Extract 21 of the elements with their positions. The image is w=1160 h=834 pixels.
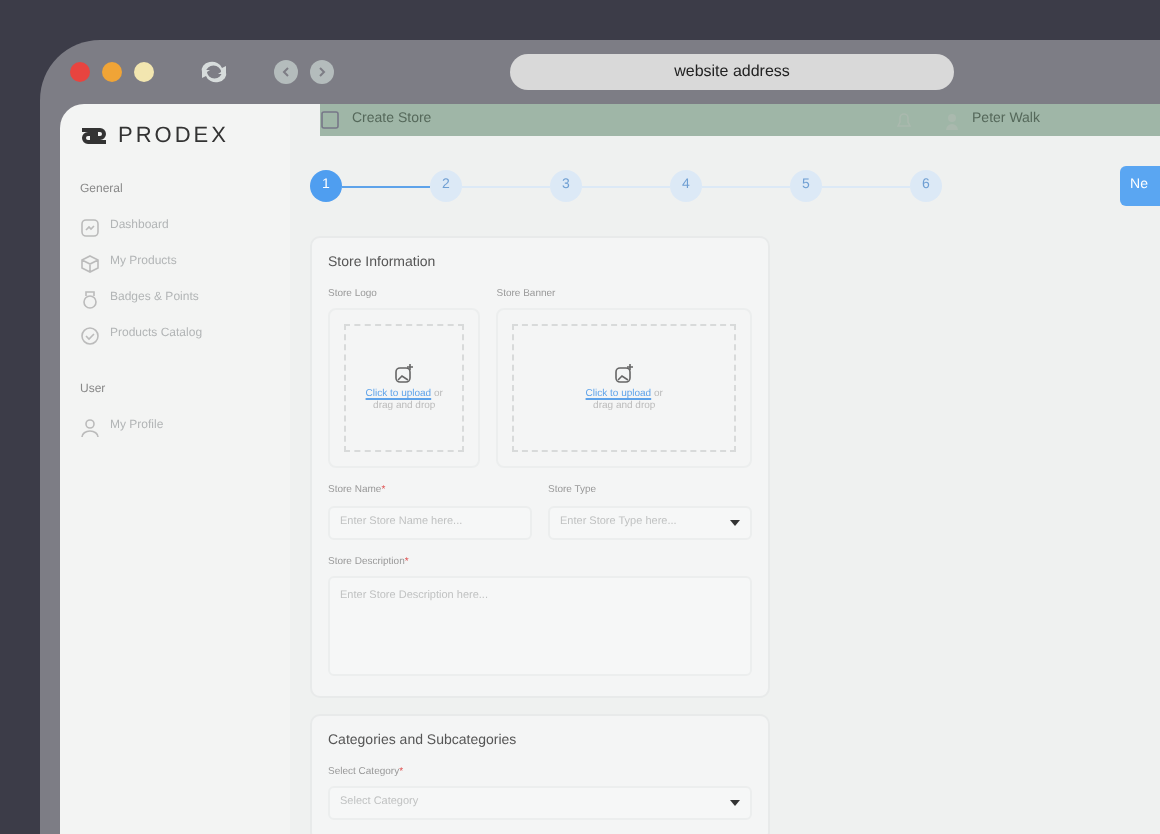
forward-button[interactable] (310, 60, 334, 84)
check-circle-icon (80, 325, 100, 345)
image-add-icon (614, 364, 635, 384)
logo-icon (80, 124, 108, 149)
window-control-dot[interactable] (134, 62, 154, 82)
medal-icon (80, 289, 100, 309)
caret-icon (730, 800, 740, 806)
chevron-left-icon (280, 66, 292, 78)
chart-icon (80, 217, 100, 237)
window-control-dot[interactable] (70, 62, 90, 82)
store-icon (320, 110, 340, 130)
window-control-dot[interactable] (102, 62, 122, 82)
chevron-right-icon (316, 66, 328, 78)
image-add-icon (394, 364, 415, 384)
caret-icon (730, 519, 740, 525)
user-icon (80, 417, 100, 437)
address-bar[interactable]: website address (510, 54, 954, 90)
sync-icon[interactable] (198, 60, 230, 84)
back-button[interactable] (274, 60, 298, 84)
logo-text: PRODEX (118, 122, 229, 152)
box-icon (80, 253, 100, 273)
